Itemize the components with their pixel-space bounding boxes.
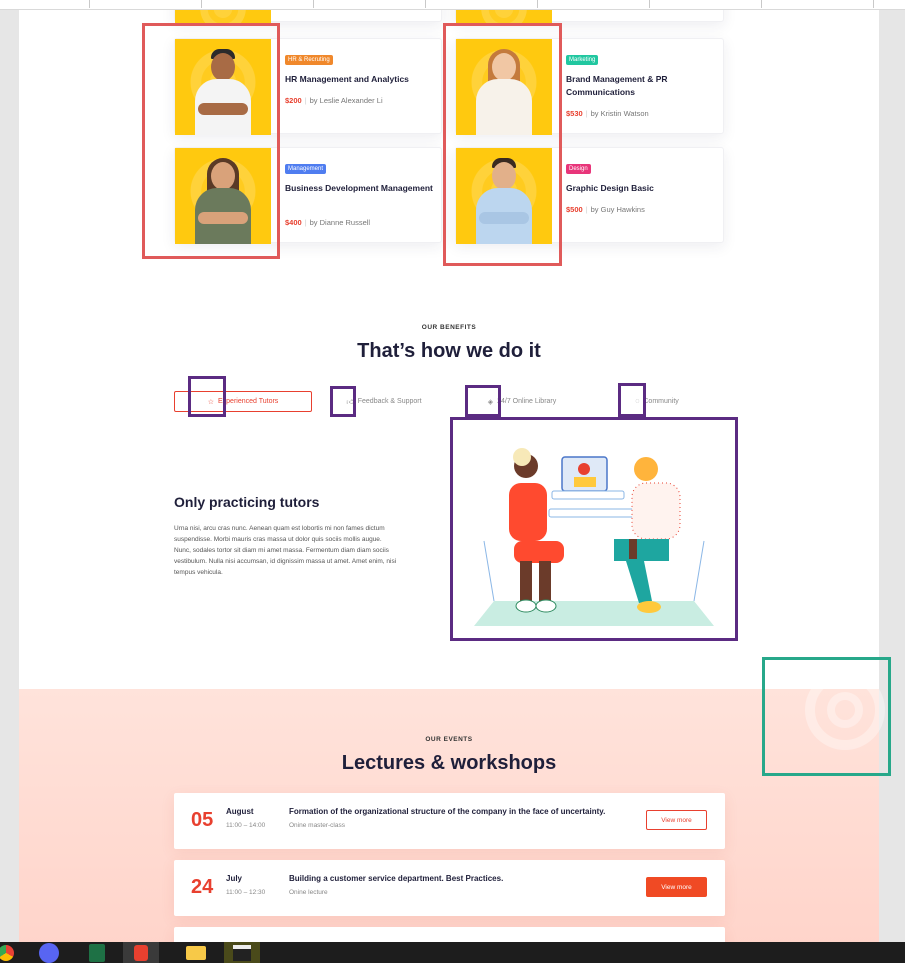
course-card-partial[interactable] [174, 10, 442, 23]
event-type: Onine lecture [289, 889, 328, 896]
view-more-button[interactable]: View more [646, 877, 707, 897]
app-icon[interactable] [123, 942, 159, 963]
tab-label: Community [643, 398, 679, 405]
event-time: 11:00 – 12:30 [226, 889, 266, 896]
highlight-box [188, 376, 226, 417]
course-title[interactable]: HR Management and Analytics [285, 73, 435, 86]
course-author: by Guy Hawkins [590, 205, 645, 214]
section-heading: That’s how we do it [357, 340, 541, 362]
course-meta: $400 | by Dianne Russell [285, 218, 371, 227]
highlight-box [762, 657, 891, 776]
tab-label: Feedback & Support [357, 398, 422, 405]
section-kicker: OUR EVENTS [425, 736, 473, 743]
course-title[interactable]: Business Development Management [285, 182, 435, 195]
events-section: OUR EVENTS Lectures & workshops 05 Augus… [19, 689, 879, 942]
panel-body: Urna nisi, arcu cras nunc. Aenean quam e… [174, 525, 397, 576]
highlight-box [618, 383, 646, 417]
course-card-partial[interactable] [455, 10, 724, 23]
file-explorer-icon[interactable] [178, 942, 214, 963]
tab-label: 24/7 Online Library [497, 398, 557, 405]
top-ruler [0, 0, 905, 10]
section-heading: Lectures & workshops [341, 752, 557, 774]
course-meta: $500 | by Guy Hawkins [566, 205, 645, 214]
highlight-box [450, 417, 738, 641]
course-meta: $200 | by Leslie Alexander Li [285, 96, 383, 105]
event-month: July [226, 874, 243, 883]
event-type: Onine master-class [289, 822, 345, 829]
event-card-partial[interactable] [174, 927, 725, 942]
course-price: $200 [285, 96, 302, 105]
tab-label: Experienced Tutors [217, 398, 279, 405]
category-tag: HR & Recruting [285, 55, 333, 65]
event-card[interactable]: 24 July 11:00 – 12:30 Building a custome… [174, 860, 725, 916]
category-tag: Marketing [566, 55, 599, 65]
discord-icon[interactable] [31, 942, 67, 963]
course-title[interactable]: Graphic Design Basic [566, 182, 716, 195]
view-more-button[interactable]: View more [646, 810, 707, 830]
highlight-box [142, 23, 280, 259]
highlight-box [443, 23, 562, 266]
course-price: $400 [285, 218, 302, 227]
course-author: by Kristin Watson [590, 109, 649, 118]
category-tag: Management [285, 164, 327, 174]
course-meta: $530 | by Kristin Watson [566, 109, 649, 118]
clapper-icon[interactable] [224, 942, 260, 963]
event-card[interactable]: 05 August 11:00 – 14:00 Formation of the… [174, 793, 725, 849]
os-taskbar [0, 942, 905, 963]
course-title[interactable]: Brand Management & PR Communications [566, 73, 716, 99]
web-page: HR & Recruting HR Management and Analyti… [19, 10, 879, 942]
category-tag: Design [566, 164, 591, 174]
course-author: by Leslie Alexander Li [309, 96, 383, 105]
course-price: $530 [566, 109, 583, 118]
section-kicker: OUR BENEFITS [421, 324, 477, 331]
highlight-box [330, 386, 356, 417]
course-price: $500 [566, 205, 583, 214]
chrome-icon[interactable] [0, 942, 24, 963]
event-title[interactable]: Building a customer service department. … [289, 874, 503, 883]
highlight-box [465, 385, 501, 417]
event-day: 05 [191, 809, 214, 831]
event-title[interactable]: Formation of the organizational structur… [289, 807, 605, 816]
event-month: August [226, 807, 254, 816]
event-day: 24 [191, 876, 214, 898]
course-author: by Dianne Russell [309, 218, 371, 227]
panel-title: Only practicing tutors [174, 494, 320, 510]
excel-icon[interactable] [79, 942, 115, 963]
event-time: 11:00 – 14:00 [226, 822, 266, 829]
